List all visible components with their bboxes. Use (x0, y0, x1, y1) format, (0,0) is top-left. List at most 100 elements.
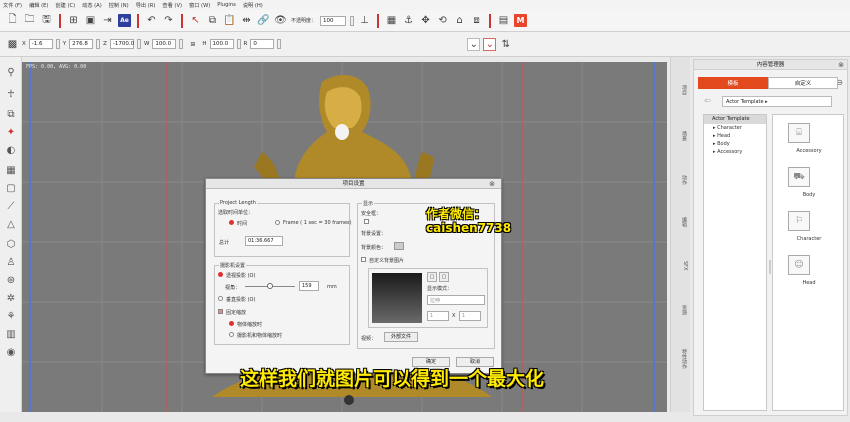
z-spinner[interactable] (136, 39, 141, 49)
tree-item-body[interactable]: ▸ Body (704, 140, 766, 148)
grid-icon[interactable]: ▩ (6, 38, 19, 51)
copy-icon[interactable]: ⧉ (206, 14, 219, 27)
menu-create[interactable]: 创建 (C) (55, 2, 75, 9)
rotate-icon[interactable]: ⟲ (436, 14, 449, 27)
r-input[interactable]: 0 (250, 39, 275, 49)
stage-icon[interactable]: ⊞ (67, 14, 80, 27)
new-file-icon[interactable]: 🗋 (6, 14, 19, 27)
layers-icon[interactable]: ⧉ (4, 107, 18, 121)
opacity-dropdown[interactable] (350, 15, 355, 26)
menu-export[interactable]: 导出 (R) (136, 2, 156, 9)
move-icon[interactable]: ✥ (419, 14, 432, 27)
tab-project[interactable]: 项目 (674, 85, 688, 95)
tree-root[interactable]: Actor Template (704, 115, 766, 124)
frame-icon[interactable]: ▢ (4, 181, 18, 195)
open-folder-icon[interactable]: 🗀 (23, 14, 36, 27)
tab-edit[interactable]: 编辑 (674, 217, 688, 227)
object-scale-radio[interactable] (229, 321, 234, 326)
pin-icon[interactable]: ⚓ (402, 14, 415, 27)
mirror-icon[interactable]: ⧈ (470, 14, 483, 27)
x-spinner[interactable] (55, 39, 60, 49)
head-folder-icon[interactable]: ☺ (788, 255, 810, 275)
content-path[interactable]: Actor Template ▸ (722, 96, 832, 107)
menu-control[interactable]: 控制 (N) (109, 2, 129, 9)
figure-icon[interactable]: ☥ (4, 87, 18, 101)
undo-icon[interactable]: ↶ (145, 14, 158, 27)
bg-color-swatch[interactable] (394, 242, 404, 250)
display-mode-select[interactable]: 拉伸 (427, 295, 485, 305)
tree-item-head[interactable]: ▸ Head (704, 132, 766, 140)
tab-resources[interactable]: 资源 (674, 305, 688, 315)
clear-image-icon[interactable]: ▢ (439, 272, 449, 282)
tab-custom[interactable]: 自定义 (768, 77, 838, 89)
close-panel-icon[interactable]: ⊗ (838, 60, 844, 70)
tree-item-character[interactable]: ▸ Character (704, 124, 766, 132)
timeline-icon[interactable]: ▦ (4, 163, 18, 177)
chevron-down-icon[interactable]: ⌄ (467, 37, 481, 51)
camera-object-scale-radio[interactable] (229, 332, 234, 337)
import-icon[interactable]: ⇥ (101, 14, 114, 27)
line-icon[interactable]: ⟋ (4, 199, 18, 213)
m-brand-icon[interactable]: M (514, 14, 528, 27)
menu-window[interactable]: 窗口 (W) (189, 2, 210, 9)
accessory-folder-icon[interactable]: ⌸ (788, 123, 810, 143)
lock-ratio-icon[interactable]: ⊞ (186, 38, 199, 51)
fixed-scale-checkbox[interactable] (218, 309, 223, 314)
home-icon[interactable]: ⌂ (453, 14, 466, 27)
safe-frame-checkbox[interactable] (364, 219, 369, 224)
eye-icon[interactable]: 👁 (274, 14, 287, 27)
w-input[interactable]: 100.0 (152, 39, 177, 49)
h-spinner[interactable] (236, 39, 241, 49)
external-file-button[interactable]: 外部文件 (384, 332, 418, 342)
face-icon[interactable]: ◐ (4, 143, 18, 157)
motion-icon[interactable]: ✦ (4, 125, 18, 139)
custom-bg-checkbox[interactable] (361, 257, 366, 262)
menu-edit[interactable]: 编辑 (E) (29, 2, 48, 9)
paste-icon[interactable]: 📋 (223, 14, 236, 27)
fov-input[interactable]: 159 (299, 281, 319, 291)
save-icon[interactable]: 🖫 (40, 14, 53, 27)
menu-help[interactable]: 说明 (H) (243, 2, 263, 9)
tile-y-input[interactable]: 1 (459, 311, 481, 321)
orthographic-radio[interactable] (218, 296, 223, 301)
close-icon[interactable]: ⊗ (489, 179, 495, 189)
splitter-handle[interactable] (769, 260, 771, 274)
x-input[interactable]: -1.6 (28, 39, 53, 49)
render-icon[interactable]: Ae (118, 14, 131, 27)
select-arrow-icon[interactable]: ↖ (189, 14, 202, 27)
link-icon[interactable]: 🔗 (257, 14, 270, 27)
cube-icon[interactable]: ⬡ (4, 237, 18, 251)
grid-tool-icon[interactable]: ▥ (4, 327, 18, 341)
puppet-icon[interactable]: ⚲ (4, 65, 18, 79)
walk-icon[interactable]: ♙ (4, 255, 18, 269)
tab-sfx[interactable]: SFX (674, 261, 688, 270)
menu-animation[interactable]: 动态 (A) (82, 2, 102, 9)
film-icon[interactable]: ▦ (385, 14, 398, 27)
character-folder-icon[interactable]: ⚐ (788, 211, 810, 231)
menu-view[interactable]: 查看 (V) (162, 2, 182, 9)
warning-icon[interactable]: △ (4, 217, 18, 231)
total-duration-input[interactable]: 01:36.667 (245, 236, 283, 246)
tab-template[interactable]: 模板 (698, 77, 768, 89)
morph-icon[interactable]: ⊛ (4, 273, 18, 287)
y-spinner[interactable] (96, 39, 101, 49)
opacity-input[interactable]: 100 (320, 15, 347, 26)
r-spinner[interactable] (277, 39, 282, 49)
tab-motion[interactable]: 动作 (674, 175, 688, 185)
chevron-down-active-icon[interactable]: ⌄ (483, 37, 497, 51)
flip-icon[interactable]: ⇹ (240, 14, 253, 27)
z-input[interactable]: -1700.0 (109, 39, 134, 49)
dance-icon[interactable]: ✲ (4, 291, 18, 305)
time-radio[interactable] (229, 220, 234, 225)
h-input[interactable]: 100.0 (209, 39, 234, 49)
tab-special-motion[interactable]: 特性动作 (674, 349, 688, 369)
menu-file[interactable]: 文件 (F) (3, 2, 22, 9)
tile-x-input[interactable]: 1 (427, 311, 449, 321)
back-arrow-icon[interactable]: ⇦ (704, 96, 711, 105)
frame-radio[interactable] (275, 220, 280, 225)
fov-slider-knob[interactable] (267, 283, 273, 289)
image-icon[interactable]: ▣ (84, 14, 97, 27)
y-input[interactable]: 276.8 (69, 39, 94, 49)
w-spinner[interactable] (179, 39, 184, 49)
tree-item-accessory[interactable]: ▸ Accessory (704, 148, 766, 156)
